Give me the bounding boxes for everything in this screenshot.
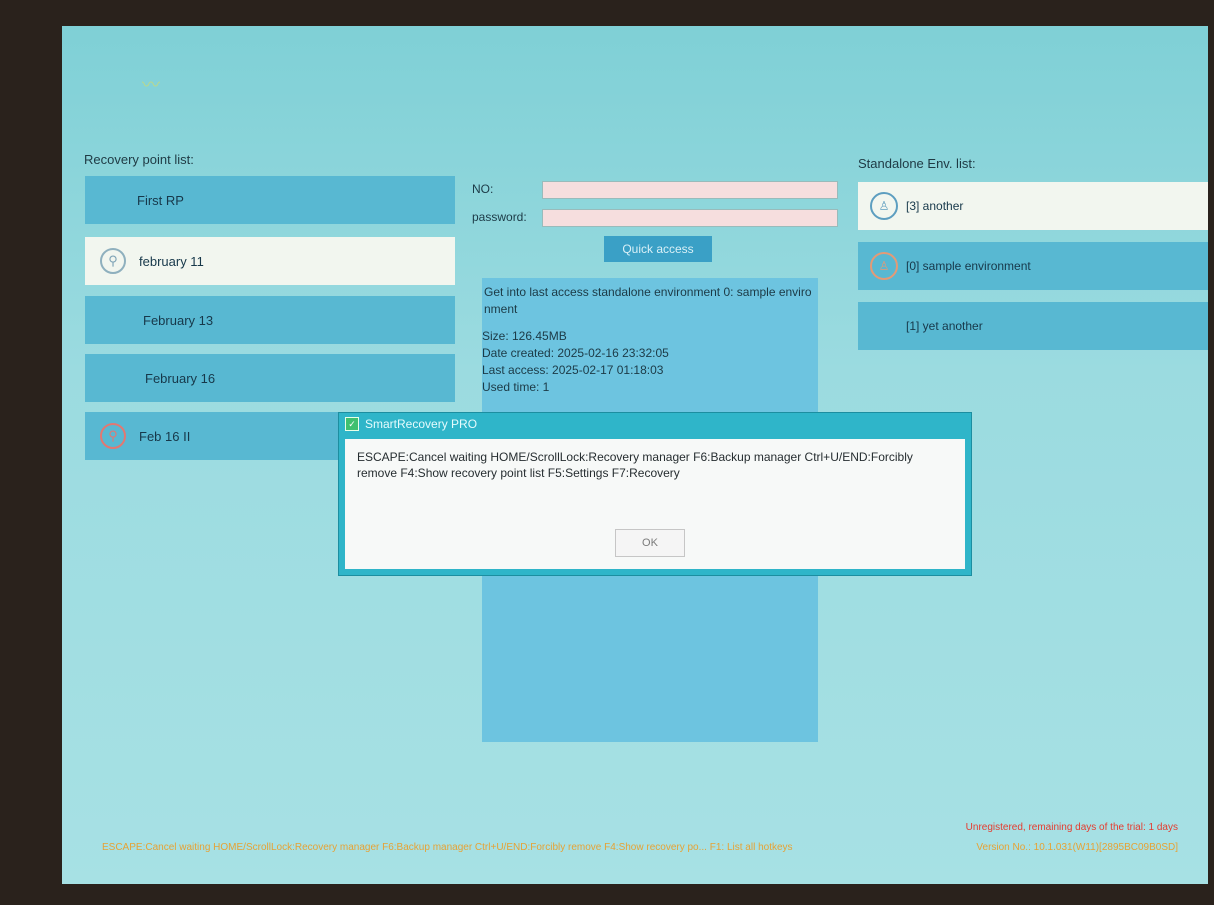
recovery-item-february-13[interactable]: February 13 bbox=[85, 296, 455, 344]
environment-description: Get into last access standalone environm… bbox=[484, 285, 812, 316]
recovery-item-label: First RP bbox=[137, 192, 184, 208]
password-field[interactable] bbox=[542, 209, 838, 227]
shield-check-icon: ✓ bbox=[345, 417, 359, 431]
app-logo-icon: 〰 bbox=[142, 75, 160, 95]
env-item-another[interactable]: ♙ [3] another bbox=[858, 182, 1208, 230]
trial-status: Unregistered, remaining days of the tria… bbox=[965, 822, 1178, 833]
recovery-item-february-11[interactable]: ⚲ february 11 bbox=[85, 237, 455, 285]
recovery-item-label: February 13 bbox=[143, 312, 214, 328]
env-last-access: Last access: 2025-02-17 01:18:03 bbox=[482, 363, 664, 377]
dialog-title: SmartRecovery PRO bbox=[365, 417, 478, 431]
quick-access-button[interactable]: Quick access bbox=[604, 236, 712, 262]
env-date-created: Date created: 2025-02-16 23:32:05 bbox=[482, 346, 669, 360]
env-used-time: Used time: 1 bbox=[482, 380, 550, 394]
no-field[interactable] bbox=[542, 181, 838, 199]
dialog-message: ESCAPE:Cancel waiting HOME/ScrollLock:Re… bbox=[357, 450, 913, 480]
recovery-item-first-rp[interactable]: First RP bbox=[85, 176, 455, 224]
location-pin-icon: ⚲ bbox=[100, 248, 126, 274]
no-label: NO: bbox=[472, 182, 494, 196]
env-item-sample-environment[interactable]: ♙ [0] sample environment bbox=[858, 242, 1208, 290]
env-item-yet-another[interactable]: [1] yet another bbox=[858, 302, 1208, 350]
env-item-label: [3] another bbox=[906, 199, 964, 213]
environment-icon: ♙ bbox=[870, 192, 898, 220]
recovery-item-label: february 11 bbox=[139, 253, 204, 269]
hotkeys-dialog: ✓ SmartRecovery PRO ESCAPE:Cancel waitin… bbox=[338, 412, 972, 576]
dialog-titlebar: ✓ SmartRecovery PRO bbox=[339, 413, 971, 435]
version-number: Version No.: 10.1.031(W11)[2895BC09B0SD] bbox=[976, 842, 1178, 853]
recovery-item-label: February 16 bbox=[145, 370, 216, 386]
location-pin-icon: ⚲ bbox=[100, 423, 126, 449]
recovery-item-label: Feb 16 II bbox=[139, 428, 191, 444]
recovery-list-title: Recovery point list: bbox=[84, 152, 194, 167]
ok-button[interactable]: OK bbox=[615, 529, 685, 557]
screen: 〰 Recovery point list: First RP ⚲ februa… bbox=[62, 26, 1208, 884]
password-label: password: bbox=[472, 210, 527, 224]
env-item-label: [1] yet another bbox=[906, 319, 983, 333]
env-size: Size: 126.45MB bbox=[482, 329, 567, 343]
footer-hotkeys: ESCAPE:Cancel waiting HOME/ScrollLock:Re… bbox=[102, 842, 793, 853]
env-list-title: Standalone Env. list: bbox=[858, 156, 976, 171]
dialog-body: ESCAPE:Cancel waiting HOME/ScrollLock:Re… bbox=[345, 439, 965, 569]
recovery-item-february-16[interactable]: February 16 bbox=[85, 354, 455, 402]
env-item-label: [0] sample environment bbox=[906, 259, 1031, 273]
environment-icon: ♙ bbox=[870, 252, 898, 280]
